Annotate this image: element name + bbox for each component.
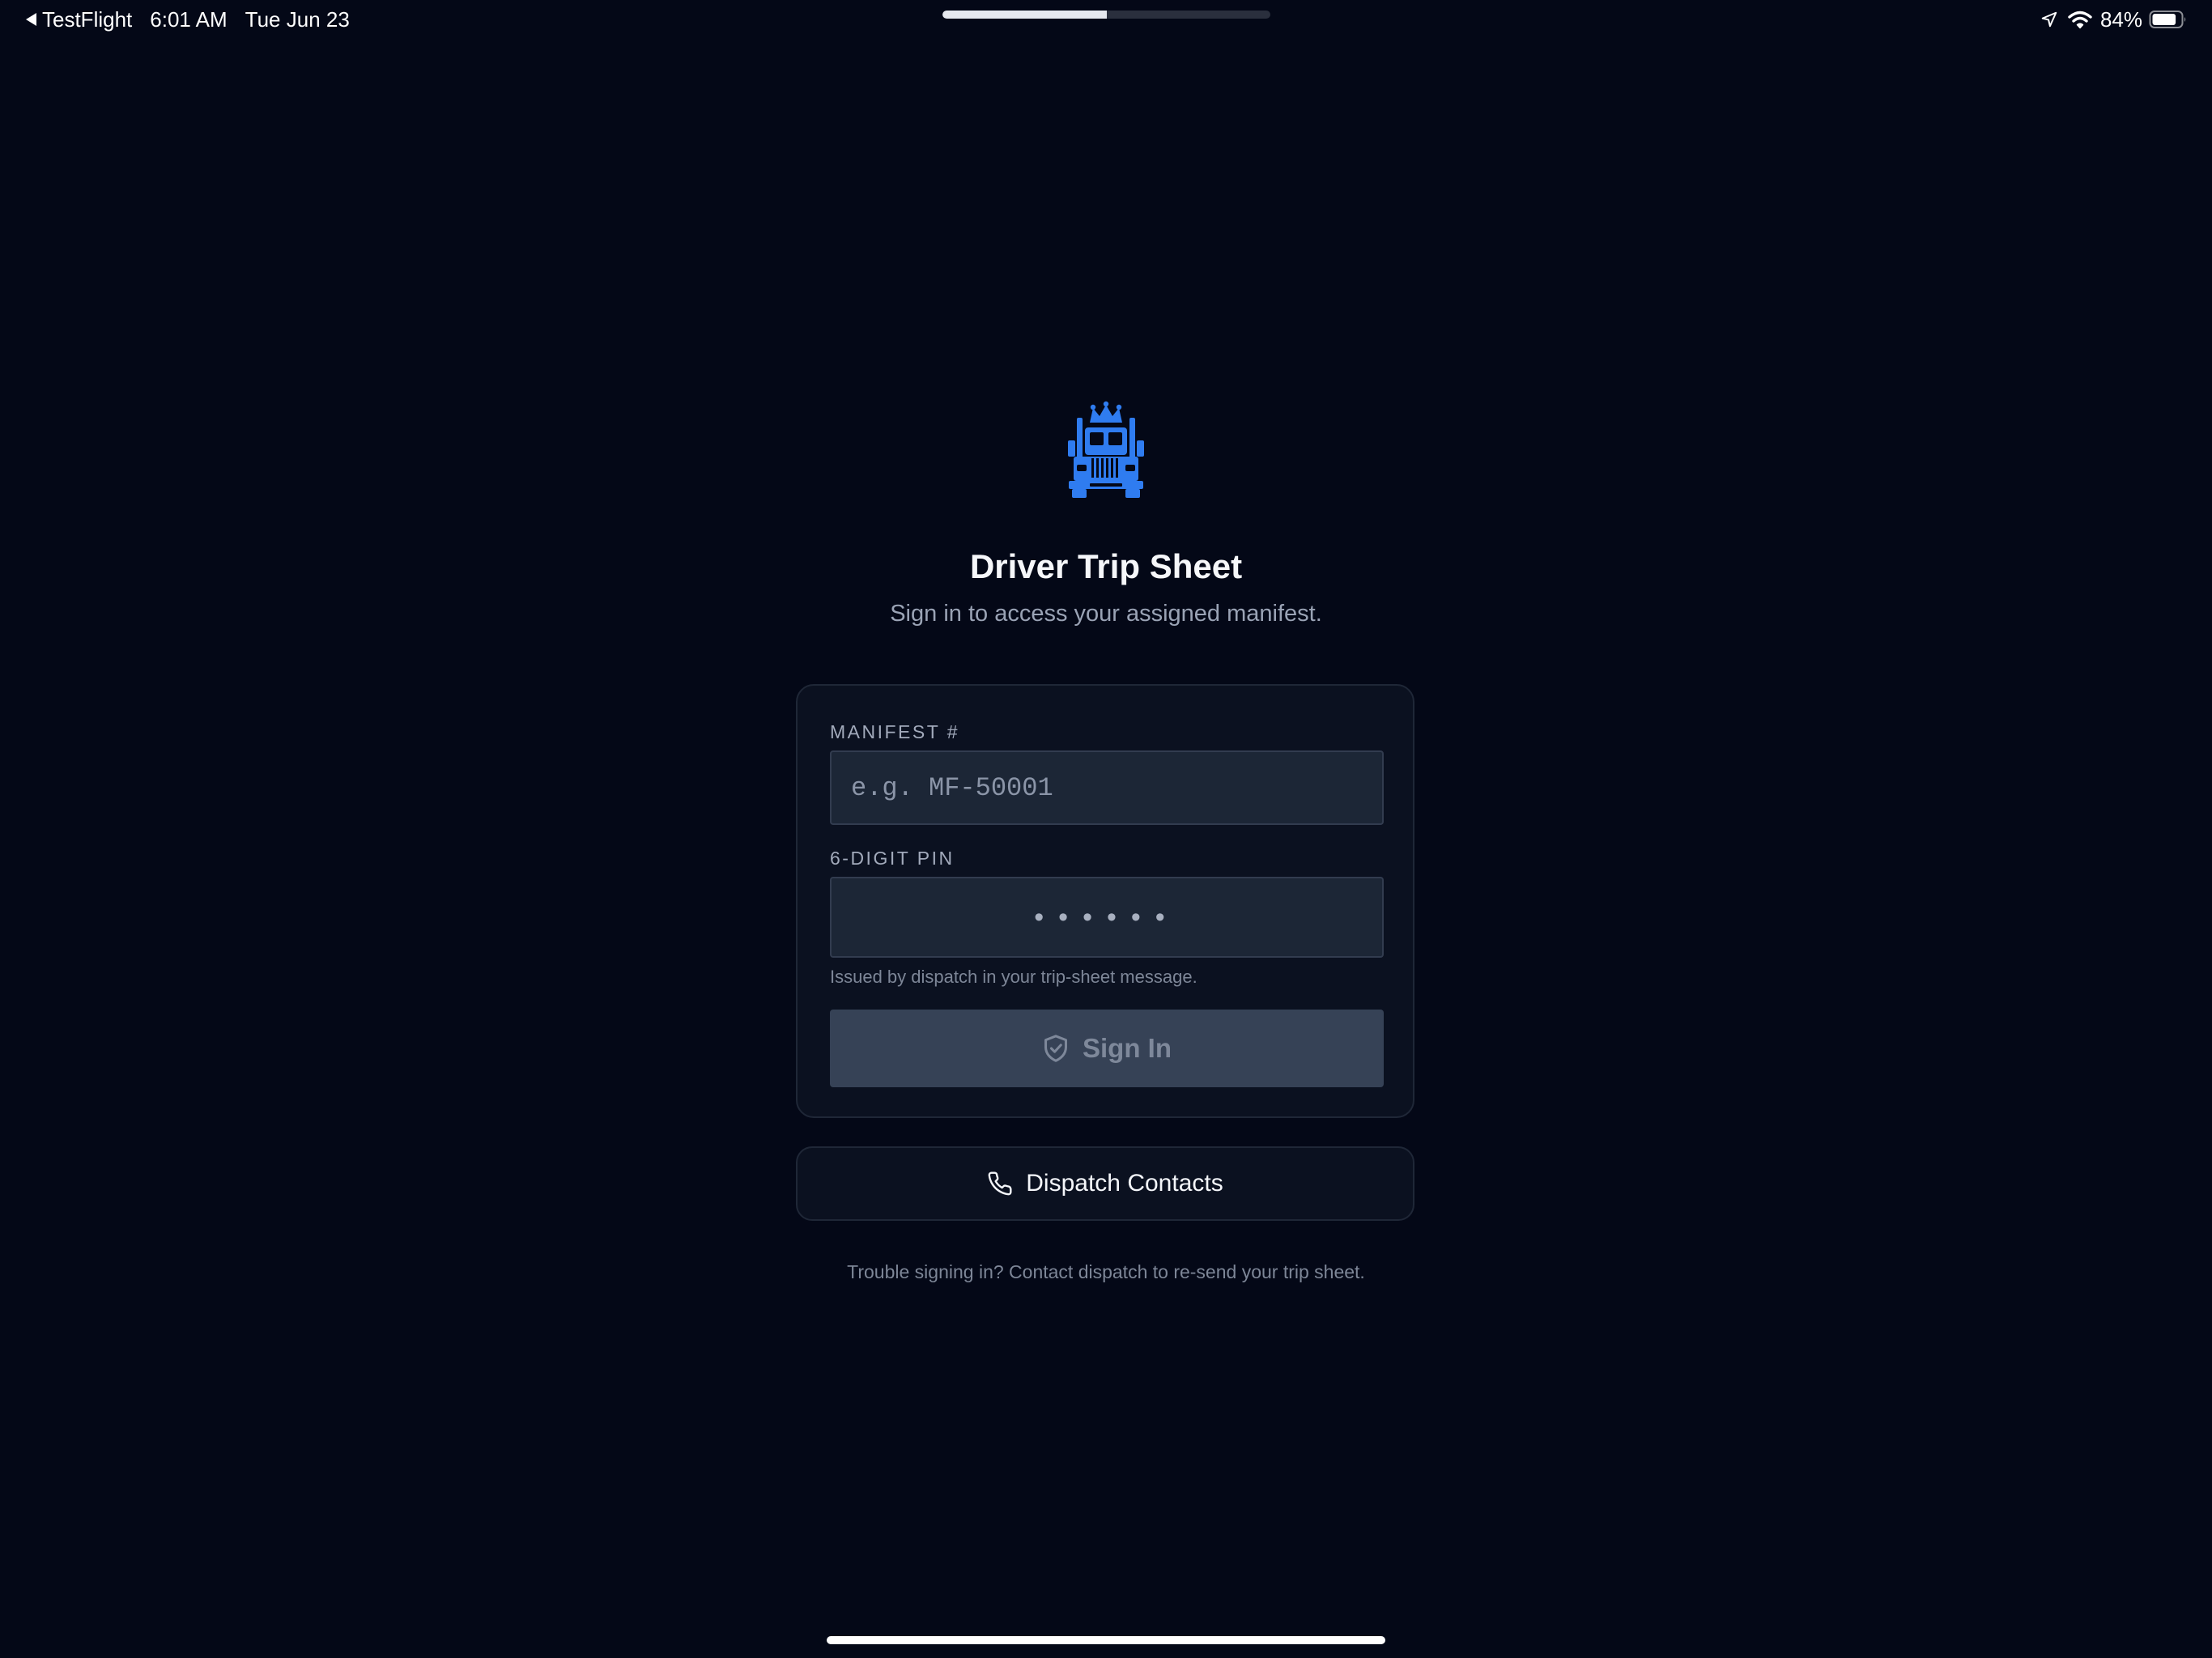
status-date: Tue Jun 23 xyxy=(245,6,350,32)
status-time: 6:01 AM xyxy=(150,6,228,32)
page-title: Driver Trip Sheet xyxy=(969,547,1243,585)
signin-card: MANIFEST # 6-DIGIT PIN •••••• Issued by … xyxy=(796,684,1414,1118)
login-screen: TestFlight 6:01 AM Tue Jun 23 84% Driver… xyxy=(0,0,2212,1658)
page-progress-fill xyxy=(942,11,1107,19)
battery-percent: 84% xyxy=(2099,6,2142,32)
trouble-signing-in-text: Trouble signing in? Contact dispatch to … xyxy=(847,1261,1365,1282)
back-to-app-link[interactable]: TestFlight xyxy=(42,7,132,32)
page-progress-bar xyxy=(942,11,1270,19)
phone-icon xyxy=(987,1171,1013,1197)
pin-input[interactable]: •••••• xyxy=(830,877,1384,958)
manifest-input[interactable] xyxy=(830,750,1384,825)
dispatch-contacts-button[interactable]: Dispatch Contacts xyxy=(796,1146,1414,1221)
crowned-truck-icon xyxy=(1066,398,1146,499)
back-arrow-icon[interactable] xyxy=(26,13,36,26)
battery-icon xyxy=(2149,10,2188,29)
pin-label: 6-DIGIT PIN xyxy=(830,848,955,869)
dispatch-contacts-label: Dispatch Contacts xyxy=(1026,1170,1223,1197)
status-bar-left: TestFlight 6:01 AM Tue Jun 23 xyxy=(26,5,350,34)
shield-check-icon xyxy=(1042,1034,1070,1063)
pin-hint: Issued by dispatch in your trip-sheet me… xyxy=(830,967,1197,987)
manifest-label: MANIFEST # xyxy=(830,721,960,742)
page-subtitle: Sign in to access your assigned manifest… xyxy=(890,601,1322,627)
location-arrow-icon xyxy=(2040,11,2058,28)
wifi-icon xyxy=(2068,10,2092,29)
status-bar-right: 84% xyxy=(2040,5,2188,34)
home-indicator[interactable] xyxy=(827,1636,1385,1644)
signin-button-label: Sign In xyxy=(1083,1033,1172,1063)
signin-button[interactable]: Sign In xyxy=(830,1010,1384,1087)
